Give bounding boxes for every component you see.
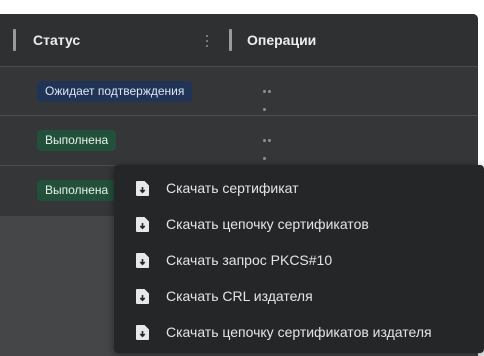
status-badge: Ожидает подтверждения: [37, 81, 193, 102]
menu-item-download-issuer-certificate-chain[interactable]: Скачать цепочку сертификатов издателя: [114, 314, 484, 350]
menu-item-label: Скачать цепочку сертификатов: [166, 216, 369, 232]
file-download-icon: [136, 217, 149, 232]
file-download-icon: [136, 325, 149, 340]
menu-item-label: Скачать цепочку сертификатов издателя: [166, 324, 432, 340]
menu-item-download-pkcs10-request[interactable]: Скачать запрос PKCS#10: [114, 242, 484, 278]
more-horizontal-icon[interactable]: [263, 90, 277, 111]
table-header: Статус Операции: [0, 14, 478, 66]
menu-item-download-issuer-crl[interactable]: Скачать CRL издателя: [114, 278, 484, 314]
page: Статус Операции Ожидает подтверждения Вы…: [0, 0, 484, 356]
status-badge: Выполнена: [37, 180, 117, 201]
file-download-icon: [136, 289, 149, 304]
menu-item-download-certificate[interactable]: Скачать сертификат: [114, 170, 484, 206]
menu-item-label: Скачать запрос PKCS#10: [166, 252, 333, 268]
table-row: Выполнена: [0, 115, 478, 166]
menu-item-label: Скачать сертификат: [166, 180, 299, 196]
column-header-operations[interactable]: Операции: [247, 32, 316, 48]
row-actions-menu: Скачать сертификат Скачать цепочку серти…: [114, 165, 484, 353]
table-row: Ожидает подтверждения: [0, 66, 478, 117]
column-resize-handle[interactable]: [13, 29, 16, 51]
column-header-status[interactable]: Статус: [33, 32, 80, 48]
column-resize-handle[interactable]: [229, 29, 232, 51]
menu-item-download-certificate-chain[interactable]: Скачать цепочку сертификатов: [114, 206, 484, 242]
file-download-icon: [136, 253, 149, 268]
column-menu-icon[interactable]: [205, 35, 209, 49]
more-horizontal-icon[interactable]: [263, 139, 277, 160]
file-download-icon: [136, 181, 149, 196]
menu-item-label: Скачать CRL издателя: [166, 288, 313, 304]
status-badge: Выполнена: [37, 130, 117, 151]
